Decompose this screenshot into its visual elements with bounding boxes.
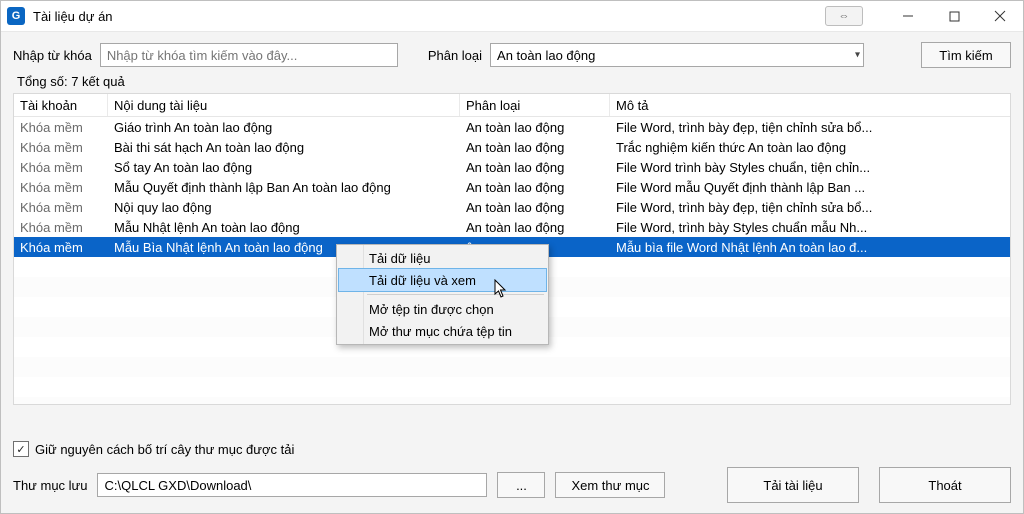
category-select[interactable]: An toàn lao động ▾ (490, 43, 864, 67)
col-content[interactable]: Nội dung tài liệu (108, 94, 460, 116)
app-icon: G (7, 7, 25, 25)
category-label: Phân loại (428, 48, 482, 63)
menu-item-open-folder[interactable]: Mở thư mục chứa tệp tin (339, 320, 546, 342)
window-body: Nhập từ khóa Phân loại An toàn lao động … (1, 31, 1023, 513)
browse-button[interactable]: ... (497, 472, 545, 498)
col-category[interactable]: Phân loại (460, 94, 610, 116)
menu-item-open-file[interactable]: Mở tệp tin được chọn (339, 298, 546, 320)
view-folder-button[interactable]: Xem thư mục (555, 472, 665, 498)
minimize-button[interactable] (885, 1, 931, 31)
cell-desc: File Word mẫu Quyết định thành lập Ban .… (610, 180, 1010, 195)
cell-category: An toàn lao động (460, 220, 610, 235)
chevron-down-icon: ▾ (855, 50, 860, 61)
table-row[interactable]: Khóa mềmMẫu Nhật lệnh An toàn lao độngAn… (14, 217, 1010, 237)
cell-desc: File Word, trình bày đẹp, tiện chỉnh sửa… (610, 200, 1010, 215)
cell-desc: File Word, trình bày Styles chuẩn mẫu Nh… (610, 220, 1010, 235)
cell-content: Giáo trình An toàn lao động (108, 120, 460, 135)
cell-category: An toàn lao động (460, 120, 610, 135)
context-menu: Tải dữ liệu Tải dữ liệu và xem Mở tệp ti… (336, 244, 549, 345)
cell-content: Nội quy lao động (108, 200, 460, 215)
swap-icon[interactable]: ⇔ (825, 6, 863, 26)
cell-category: An toàn lao động (460, 180, 610, 195)
menu-item-download-view[interactable]: Tải dữ liệu và xem (338, 268, 547, 292)
empty-row (14, 357, 1010, 377)
cell-content: Mẫu Quyết định thành lập Ban An toàn lao… (108, 180, 460, 195)
cell-content: Bài thi sát hạch An toàn lao động (108, 140, 460, 155)
cell-account: Khóa mềm (14, 240, 108, 255)
table-row[interactable]: Khóa mềmSổ tay An toàn lao độngAn toàn l… (14, 157, 1010, 177)
keep-tree-row: ✓ Giữ nguyên cách bố trí cây thư mục đượ… (13, 441, 1011, 457)
cell-content: Mẫu Nhật lệnh An toàn lao động (108, 220, 460, 235)
empty-row (14, 397, 1010, 405)
cell-category: An toàn lao động (460, 200, 610, 215)
download-button[interactable]: Tải tài liệu (727, 467, 859, 503)
keyword-label: Nhập từ khóa (13, 48, 92, 63)
category-select-value: An toàn lao động (497, 48, 595, 63)
result-count: Tổng số: 7 kết quả (1, 74, 1023, 93)
menu-separator (367, 294, 544, 295)
table-row[interactable]: Khóa mềmBài thi sát hạch An toàn lao độn… (14, 137, 1010, 157)
cell-account: Khóa mềm (14, 160, 108, 175)
cell-desc: Mẫu bìa file Word Nhật lệnh An toàn lao … (610, 240, 1010, 255)
cell-account: Khóa mềm (14, 140, 108, 155)
cell-category: An toàn lao động (460, 140, 610, 155)
cell-account: Khóa mềm (14, 180, 108, 195)
cell-category: An toàn lao động (460, 160, 610, 175)
title-bar: G Tài liệu dự án ⇔ (1, 1, 1023, 32)
app-window: G Tài liệu dự án ⇔ Nhập từ khóa Phân loạ… (0, 0, 1024, 514)
window-title: Tài liệu dự án (33, 9, 113, 24)
save-dir-label: Thư mục lưu (13, 478, 87, 493)
table-row[interactable]: Khóa mềmNội quy lao độngAn toàn lao động… (14, 197, 1010, 217)
table-row[interactable]: Khóa mềmMẫu Quyết định thành lập Ban An … (14, 177, 1010, 197)
grid-body: Khóa mềmGiáo trình An toàn lao độngAn to… (14, 117, 1010, 257)
col-desc[interactable]: Mô tả (610, 94, 1010, 116)
cell-content: Sổ tay An toàn lao động (108, 160, 460, 175)
cell-desc: File Word trình bày Styles chuẩn, tiện c… (610, 160, 1010, 175)
col-account[interactable]: Tài khoản (14, 94, 108, 116)
cell-desc: File Word, trình bày đẹp, tiện chỉnh sửa… (610, 120, 1010, 135)
path-row: Thư mục lưu ... Xem thư mục Tải tài liệu… (13, 467, 1011, 503)
close-button[interactable] (977, 1, 1023, 31)
menu-item-download[interactable]: Tải dữ liệu (339, 247, 546, 269)
empty-row (14, 377, 1010, 397)
maximize-button[interactable] (931, 1, 977, 31)
keep-tree-checkbox[interactable]: ✓ (13, 441, 29, 457)
keep-tree-label: Giữ nguyên cách bố trí cây thư mục được … (35, 442, 294, 457)
cell-account: Khóa mềm (14, 200, 108, 215)
exit-button[interactable]: Thoát (879, 467, 1011, 503)
keyword-input[interactable] (100, 43, 398, 67)
save-dir-input[interactable] (97, 473, 487, 497)
grid-header: Tài khoản Nội dung tài liệu Phân loại Mô… (14, 94, 1010, 117)
search-button[interactable]: Tìm kiếm (921, 42, 1011, 68)
search-bar: Nhập từ khóa Phân loại An toàn lao động … (1, 32, 1023, 74)
results-grid: Tài khoản Nội dung tài liệu Phân loại Mô… (13, 93, 1011, 405)
cell-account: Khóa mềm (14, 120, 108, 135)
table-row[interactable]: Khóa mềmGiáo trình An toàn lao độngAn to… (14, 117, 1010, 137)
cell-desc: Trắc nghiệm kiến thức An toàn lao động (610, 140, 1010, 155)
bottom-panel: ✓ Giữ nguyên cách bố trí cây thư mục đượ… (13, 441, 1011, 503)
cell-account: Khóa mềm (14, 220, 108, 235)
